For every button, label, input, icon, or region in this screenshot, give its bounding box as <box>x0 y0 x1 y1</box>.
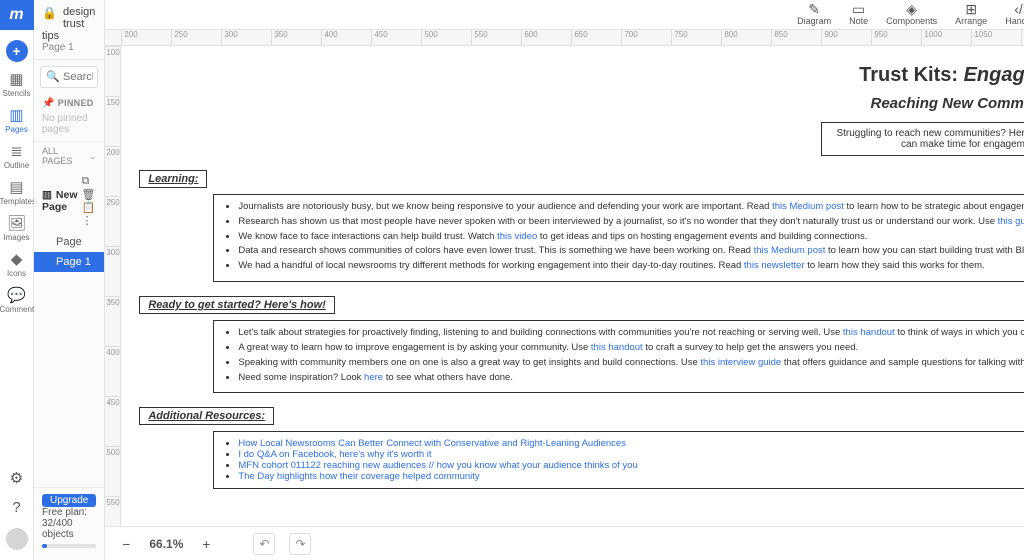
resource-link[interactable]: I do Q&A on Facebook, here's why it's wo… <box>238 449 431 460</box>
copy-icon[interactable]: 📋 <box>82 202 96 214</box>
all-pages-header: ALL PAGES <box>42 146 89 166</box>
sidebar-item-icons[interactable]: ◆Icons <box>0 250 34 278</box>
inline-link[interactable]: this Medium post <box>772 201 844 212</box>
more-icon[interactable]: ⋮ <box>82 215 93 227</box>
comments-icon: 💬 <box>0 286 34 304</box>
pages-icon: ▥ <box>0 106 34 124</box>
sidebar-item-stencils[interactable]: ▦Stencils <box>0 70 34 98</box>
inline-link[interactable]: this interview guide <box>700 357 781 368</box>
tool-handoff[interactable]: ‹/›Handoff <box>1005 3 1024 26</box>
list-item: I do Q&A on Facebook, here's why it's wo… <box>238 449 1024 460</box>
add-button[interactable]: + <box>6 40 28 62</box>
list-item: Speaking with community members one on o… <box>238 357 1024 370</box>
handoff-icon: ‹/› <box>1005 3 1024 16</box>
sidebar-item-outline[interactable]: ≣Outline <box>0 142 34 170</box>
top-toolbar: ✎Diagram ▭Note ◈Components ⊞Arrange ‹/›H… <box>105 0 1024 30</box>
search-icon: 🔍 <box>46 70 60 83</box>
page-row[interactable]: Page <box>34 232 104 252</box>
duplicate-icon[interactable]: ⧉ <box>82 175 90 187</box>
list-item: Data and research shows communities of c… <box>238 245 1024 258</box>
page-icon: ▥ <box>42 189 52 201</box>
sidebar-item-pages[interactable]: ▥Pages <box>0 106 34 134</box>
zoom-in-button[interactable]: + <box>197 535 215 553</box>
section-learning-label: Learning: <box>139 170 207 188</box>
redo-button[interactable]: ↷ <box>289 533 311 555</box>
inline-link[interactable]: this newsletter <box>744 260 805 271</box>
ruler-horizontal: 2002503003504004505005506006507007508008… <box>105 30 1024 46</box>
inline-link[interactable]: this handout <box>843 327 895 338</box>
avatar[interactable] <box>6 528 28 550</box>
inline-link[interactable]: this Medium post <box>754 245 826 256</box>
sidebar-item-templates[interactable]: ▤Templates <box>0 178 34 206</box>
no-pinned-text: No pinned pages <box>34 113 104 141</box>
zoom-out-button[interactable]: − <box>117 535 135 553</box>
inline-link[interactable]: this guide <box>998 216 1024 227</box>
templates-icon: ▤ <box>0 178 34 196</box>
icon-rail: m + ▦Stencils ▥Pages ≣Outline ▤Templates… <box>0 0 34 560</box>
resource-link[interactable]: MFN cohort 011122 reaching new audiences… <box>238 460 637 471</box>
doc-main-title: Trust Kits: Engagement <box>121 64 1024 87</box>
section-ready-label: Ready to get started? Here's how! <box>139 296 334 314</box>
note-icon: ▭ <box>849 3 868 16</box>
section-resources-label: Additional Resources: <box>139 407 274 425</box>
stencils-icon: ▦ <box>0 70 34 88</box>
diagram-icon: ✎ <box>797 3 831 16</box>
center-area: ✎Diagram ▭Note ◈Components ⊞Arrange ‹/›H… <box>105 0 1024 560</box>
list-item: Need some inspiration? Look here to see … <box>238 372 1024 385</box>
tool-arrange[interactable]: ⊞Arrange <box>955 3 987 26</box>
inline-link[interactable]: this handout <box>591 342 643 353</box>
canvas[interactable]: Trust Kits: Engagement Reaching New Comm… <box>121 46 1024 526</box>
list-item: A great way to learn how to improve enga… <box>238 342 1024 355</box>
inline-link[interactable]: here <box>364 372 383 383</box>
upgrade-pill[interactable]: Upgrade <box>42 494 96 507</box>
tool-components[interactable]: ◈Components <box>886 3 937 26</box>
bottom-bar: − 66.1% + ↶ ↷ 💬 Chat <box>105 526 1024 560</box>
collapse-icon[interactable]: ⌄ <box>89 151 97 162</box>
section-ready-box: Let's talk about strategies for proactiv… <box>213 320 1024 393</box>
list-item: Let's talk about strategies for proactiv… <box>238 327 1024 340</box>
doc-subtitle: Reaching New Communities <box>121 95 1024 112</box>
list-item: MFN cohort 011122 reaching new audiences… <box>238 460 1024 471</box>
inline-link[interactable]: this video <box>497 231 537 242</box>
ruler-vertical: 1001502002503003504004505005506006507007… <box>105 46 121 526</box>
list-item: Research has shown us that most people h… <box>238 216 1024 229</box>
list-item: Journalists are notoriously busy, but we… <box>238 201 1024 214</box>
page-row-selected[interactable]: Page 1 <box>34 252 104 272</box>
pin-icon: 📌 <box>42 98 55 109</box>
list-item: The Day highlights how their coverage he… <box>238 471 1024 482</box>
outline-icon: ≣ <box>0 142 34 160</box>
sidebar-item-comments[interactable]: 💬Comments <box>0 286 34 314</box>
components-icon: ◈ <box>886 3 937 16</box>
doc-intro-box: Struggling to reach new communities? Her… <box>821 122 1024 156</box>
icons-icon: ◆ <box>0 250 34 268</box>
arrange-icon: ⊞ <box>955 3 987 16</box>
doc-page-label: Page 1 <box>42 42 96 53</box>
delete-icon[interactable]: 🗑 <box>82 189 96 201</box>
pinned-header: PINNED <box>58 98 94 108</box>
resource-link[interactable]: The Day highlights how their coverage he… <box>238 471 479 482</box>
section-resources-box: How Local Newsrooms Can Better Connect w… <box>213 431 1024 489</box>
tool-note[interactable]: ▭Note <box>849 3 868 26</box>
list-item: We had a handful of local newsrooms try … <box>238 260 1024 273</box>
pages-panel: 🔒 design trust tips Page 1 🔍 📌PINNED No … <box>34 0 105 560</box>
lock-icon: 🔒 <box>42 6 57 20</box>
plan-progress <box>42 544 96 548</box>
app-logo[interactable]: m <box>0 0 34 30</box>
zoom-level[interactable]: 66.1% <box>149 537 183 551</box>
list-item: We know face to face interactions can he… <box>238 231 1024 244</box>
sidebar-item-images[interactable]: 🖼Images <box>0 214 34 242</box>
tool-diagram[interactable]: ✎Diagram <box>797 3 831 26</box>
resource-link[interactable]: How Local Newsrooms Can Better Connect w… <box>238 438 626 449</box>
section-learning-box: Journalists are notoriously busy, but we… <box>213 194 1024 282</box>
undo-button[interactable]: ↶ <box>253 533 275 555</box>
help-icon[interactable]: ? <box>12 499 20 516</box>
list-item: How Local Newsrooms Can Better Connect w… <box>238 438 1024 449</box>
settings-icon[interactable]: ⚙ <box>10 469 23 487</box>
images-icon: 🖼 <box>0 214 34 232</box>
